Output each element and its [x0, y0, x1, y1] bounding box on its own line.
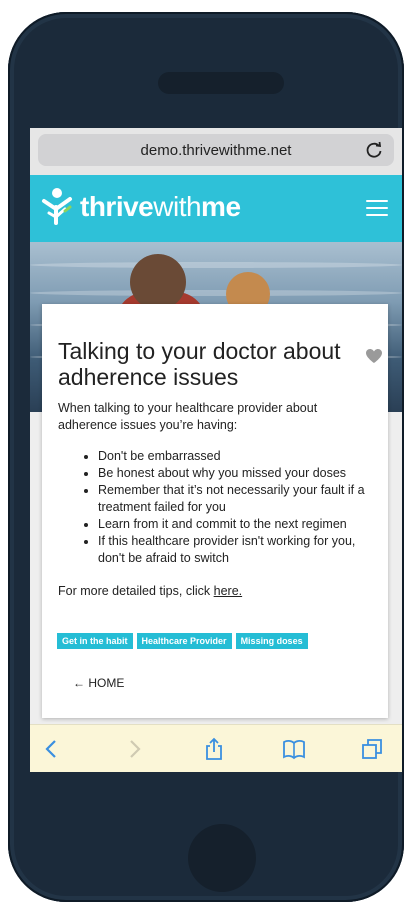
browser-address-bar: demo.thrivewithme.net	[30, 128, 402, 176]
tag-list: Get in the habit Healthcare Provider Missi…	[57, 633, 312, 649]
more-tips-link[interactable]: here.	[214, 584, 243, 598]
browser-toolbar	[30, 724, 402, 772]
thrive-logo-icon	[42, 188, 72, 225]
article-title: Talking to your doctor about adherence i…	[58, 338, 341, 390]
back-icon[interactable]	[40, 737, 64, 761]
tip-item: Remember that it’s not necessarily your …	[98, 482, 376, 516]
logo-text-me: me	[201, 191, 241, 222]
tip-item: If this healthcare provider isn't workin…	[98, 533, 376, 567]
share-icon[interactable]	[202, 737, 226, 761]
forward-icon[interactable]	[122, 737, 146, 761]
more-tips-text: For more detailed tips, click here.	[58, 584, 242, 598]
article-card: Talking to your doctor about adherence i…	[42, 304, 388, 718]
site-logo[interactable]: thrivewithme	[80, 191, 241, 223]
logo-text-thrive: thrive	[80, 191, 154, 222]
heart-icon[interactable]	[365, 348, 383, 364]
tag-healthcare-provider[interactable]: Healthcare Provider	[136, 633, 232, 649]
tip-item: Be honest about why you missed your dose…	[98, 465, 376, 482]
tag-get-in-the-habit[interactable]: Get in the habit	[57, 633, 133, 649]
site-header: thrivewithme	[30, 175, 402, 242]
phone-home-button[interactable]	[188, 824, 256, 892]
phone-screen: demo.thrivewithme.net thrivewithme Talki…	[30, 128, 402, 772]
tips-list: Don't be embarrassed Be honest about why…	[58, 448, 376, 567]
url-field[interactable]: demo.thrivewithme.net	[38, 134, 394, 166]
hamburger-menu-icon[interactable]	[366, 200, 388, 216]
tip-item: Don't be embarrassed	[98, 448, 376, 465]
reload-icon[interactable]	[364, 140, 384, 160]
logo-text-with: with	[153, 191, 202, 222]
home-link[interactable]: ← HOME	[73, 676, 124, 690]
article-intro: When talking to your healthcare provider…	[58, 401, 318, 432]
more-tips-prefix: For more detailed tips, click	[58, 584, 211, 598]
tag-missing-doses[interactable]: Missing doses	[235, 633, 308, 649]
phone-speaker	[158, 72, 284, 94]
bookmarks-icon[interactable]	[282, 737, 306, 761]
tip-item: Learn from it and commit to the next reg…	[98, 516, 376, 533]
tabs-icon[interactable]	[360, 737, 384, 761]
url-text: demo.thrivewithme.net	[140, 142, 292, 159]
